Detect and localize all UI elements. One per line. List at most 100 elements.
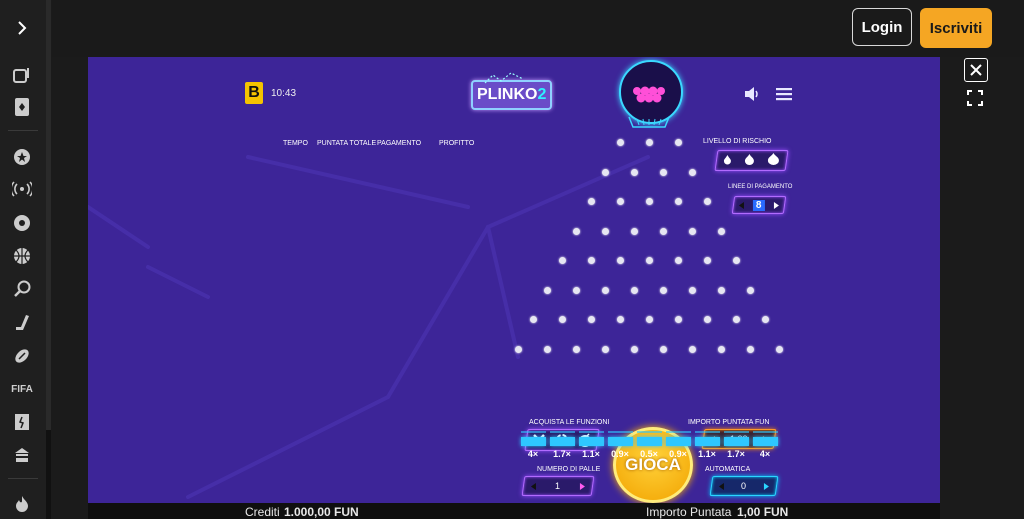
cards-icon[interactable] [11, 96, 33, 118]
peg [645, 316, 653, 323]
peg [660, 168, 667, 176]
multiplier-slot [549, 437, 575, 446]
fullscreen-icon[interactable] [964, 87, 986, 109]
multiplier-label: 1.7× [553, 449, 571, 459]
peg [616, 316, 624, 323]
col-puntata-totale: PUNTATA TOTALE [317, 140, 377, 147]
peg [674, 316, 682, 323]
balls-count-value: 1 [555, 481, 561, 491]
peg [645, 198, 653, 205]
peg [689, 345, 696, 353]
multiplier-slot [578, 437, 604, 446]
peg [616, 139, 624, 146]
balls-count-selector: 1 [521, 476, 595, 496]
paylines-decrease-icon[interactable] [738, 201, 745, 210]
fire-medium-icon[interactable] [744, 152, 755, 170]
peg [689, 227, 696, 235]
credits-value: 1.000,00 FUN [284, 505, 359, 519]
multiplier-label: 4× [527, 449, 539, 459]
balls-increase-icon[interactable] [579, 482, 586, 491]
slot-marker [520, 431, 546, 433]
peg [616, 257, 624, 264]
peg [674, 139, 682, 146]
slot-marker [549, 431, 575, 433]
bet-amount-footer-value: 1,00 FUN [737, 505, 789, 519]
fifa-item[interactable]: FIFA [11, 378, 33, 400]
basketball-icon[interactable] [11, 245, 33, 267]
multiplier-slot [752, 437, 778, 446]
peg [529, 316, 537, 323]
sidebar-divider [8, 478, 38, 479]
dispenser-base [628, 116, 670, 128]
balls-decrease-icon[interactable] [530, 482, 537, 491]
brand-badge: B [245, 82, 263, 104]
multiplier-label: 0.9× [669, 449, 687, 459]
autoplay-decrease-icon[interactable] [718, 482, 725, 491]
plinko-game: B 10:43 PLINKO 2 TEMPO PUNTATA TOTALE PA… [88, 57, 940, 503]
logo-lightning [484, 72, 524, 84]
paylines-label: LINEE DI PAGAMENTO [728, 184, 793, 190]
bet-amount-label: IMPORTO PUNTATA FUN [688, 419, 770, 426]
tennis-icon[interactable] [11, 278, 33, 300]
peg [558, 257, 566, 264]
peg [631, 168, 638, 176]
peg [674, 198, 682, 205]
peg [645, 139, 653, 146]
peg [761, 316, 769, 323]
peg [616, 198, 624, 205]
login-button[interactable]: Login [852, 8, 912, 46]
multiplier-label: 1.1× [582, 449, 600, 459]
peg [631, 227, 638, 235]
col-profitto: PROFITTO [439, 140, 475, 147]
american-football-icon[interactable] [11, 345, 33, 367]
fire-high-icon[interactable] [767, 152, 780, 170]
bet-amount-footer-label: Importo Puntata [646, 505, 732, 519]
fire-icon[interactable] [11, 493, 33, 515]
sound-icon[interactable] [743, 86, 763, 102]
peg [703, 257, 711, 264]
fire-low-icon[interactable] [723, 152, 732, 170]
signup-button[interactable]: Iscriviti [920, 8, 992, 48]
risk-level-label: LIVELLO DI RISCHIO [703, 138, 772, 145]
paylines-increase-icon[interactable] [773, 201, 780, 210]
peg [631, 345, 638, 353]
multiplier-slot [723, 437, 749, 446]
brand-badge-letter: B [248, 84, 260, 101]
risk-level-selector[interactable] [714, 150, 789, 171]
live-icon[interactable] [11, 178, 33, 200]
autoplay-label: AUTOMATICA [705, 466, 751, 473]
paylines-value: 8 [753, 199, 765, 211]
peg [573, 345, 580, 353]
menu-icon[interactable] [776, 87, 792, 101]
casino-icon[interactable] [11, 64, 33, 86]
sidebar-scroll-thumb[interactable] [46, 0, 51, 430]
autoplay-increase-icon[interactable] [763, 482, 770, 491]
peg [587, 198, 595, 205]
peg [573, 286, 580, 294]
slot-marker [694, 431, 720, 433]
peg [573, 227, 580, 235]
star-icon[interactable] [11, 146, 33, 168]
peg [718, 227, 725, 235]
balls-count-label: NUMERO DI PALLE [537, 466, 601, 473]
multiplier-slot [520, 437, 546, 446]
multiplier-slot [636, 437, 662, 446]
peg [732, 316, 740, 323]
esports-icon[interactable] [11, 411, 33, 433]
close-icon[interactable] [964, 58, 988, 82]
peg [660, 286, 667, 294]
peg [602, 168, 609, 176]
multiplier-label: 0.5× [640, 449, 658, 459]
peg [718, 286, 725, 294]
peg [674, 257, 682, 264]
peg [660, 345, 667, 353]
peg [602, 286, 609, 294]
hockey-icon[interactable] [11, 312, 33, 334]
logo-number: 2 [537, 86, 547, 103]
buy-features-label: ACQUISTA LE FUNZIONI [529, 419, 610, 426]
soccer-icon[interactable] [11, 212, 33, 234]
autoplay-value: 0 [741, 481, 747, 491]
peg [544, 345, 551, 353]
chevron-right-icon[interactable] [11, 17, 33, 39]
virtual-sports-icon[interactable] [11, 444, 33, 466]
